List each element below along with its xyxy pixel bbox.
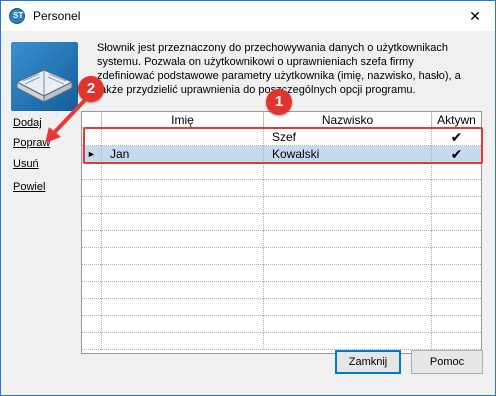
cell-aktywny-check-icon[interactable] [432,333,481,350]
cell-nazwisko[interactable] [264,282,432,299]
annotation-arrow [45,97,88,143]
cell-nazwisko[interactable] [264,197,432,214]
cell-imie[interactable]: Jan [102,146,264,163]
cell-aktywny-check-icon[interactable] [432,214,481,231]
row-indicator [82,316,102,333]
empty-row[interactable] [82,197,481,214]
personel-window: ST Personel ✕ Słownik jest przeznaczony … [0,0,496,396]
cell-imie[interactable] [102,163,264,180]
sidebar-item-usun[interactable]: Usuń [13,158,39,170]
cell-aktywny-check-icon[interactable] [432,180,481,197]
cell-imie[interactable] [102,248,264,265]
app-icon: ST [9,8,25,24]
cell-aktywny-check-icon[interactable] [432,163,481,180]
cell-nazwisko[interactable] [264,180,432,197]
cell-aktywny-check-icon[interactable] [432,231,481,248]
row-indicator [82,231,102,248]
row-indicator [82,282,102,299]
row-indicator [82,197,102,214]
empty-row[interactable] [82,180,481,197]
cell-aktywny-check-icon[interactable] [432,265,481,282]
cell-aktywny-check-icon[interactable] [432,282,481,299]
cell-nazwisko[interactable] [264,265,432,282]
cell-aktywny-check-icon[interactable] [432,197,481,214]
sidebar-item-powiel[interactable]: Powiel [13,181,45,193]
cell-imie[interactable] [102,299,264,316]
app-icon-text: ST [13,11,24,20]
row-indicator [82,333,102,350]
table-row[interactable]: ► Jan Kowalski ✔ [82,146,481,163]
dialog-body: Słownik jest przeznaczony do przechowywa… [1,31,495,395]
cell-imie[interactable] [102,282,264,299]
annotation-badge-1: 1 [266,89,292,115]
cell-nazwisko[interactable]: Kowalski [264,146,432,163]
cell-aktywny-check-icon[interactable]: ✔ [432,146,481,163]
row-indicator [82,180,102,197]
empty-row[interactable] [82,248,481,265]
cell-aktywny-check-icon[interactable] [432,299,481,316]
cell-nazwisko[interactable] [264,163,432,180]
column-header-imie[interactable]: Imię [102,112,264,128]
empty-row[interactable] [82,214,481,231]
users-grid[interactable]: Imię Nazwisko Aktywn Szef ✔ ► Jan Kowalski ✔ [81,111,482,354]
column-header-nazwisko[interactable]: Nazwisko [264,112,432,128]
cell-nazwisko[interactable] [264,333,432,350]
cell-imie[interactable] [102,333,264,350]
close-icon[interactable]: ✕ [463,5,487,27]
column-header-aktywny[interactable]: Aktywn [432,112,481,128]
cell-nazwisko[interactable] [264,231,432,248]
cell-imie[interactable] [102,316,264,333]
row-indicator [82,265,102,282]
empty-row[interactable] [82,265,481,282]
cell-imie[interactable] [102,231,264,248]
row-indicator [82,163,102,180]
cell-imie[interactable] [102,129,264,146]
row-indicator [82,299,102,316]
window-title: Personel [33,9,81,23]
cell-nazwisko[interactable] [264,214,432,231]
row-indicator [82,214,102,231]
help-button[interactable]: Pomoc [411,350,483,374]
empty-row[interactable] [82,231,481,248]
row-indicator [82,248,102,265]
title-bar: ST Personel ✕ [1,1,495,31]
cell-aktywny-check-icon[interactable] [432,316,481,333]
close-button[interactable]: Zamknij [335,350,401,374]
cell-imie[interactable] [102,214,264,231]
empty-row[interactable] [82,282,481,299]
empty-row[interactable] [82,316,481,333]
cell-nazwisko[interactable] [264,248,432,265]
empty-row[interactable] [82,163,481,180]
cell-nazwisko[interactable] [264,299,432,316]
cell-imie[interactable] [102,265,264,282]
sidebar-item-dodaj[interactable]: Dodaj [13,117,42,129]
cell-imie[interactable] [102,197,264,214]
table-row[interactable]: Szef ✔ [82,129,481,146]
empty-row[interactable] [82,333,481,350]
cell-nazwisko[interactable]: Szef [264,129,432,146]
cell-nazwisko[interactable] [264,316,432,333]
cell-imie[interactable] [102,180,264,197]
empty-row[interactable] [82,299,481,316]
cell-aktywny-check-icon[interactable] [432,248,481,265]
cell-aktywny-check-icon[interactable]: ✔ [432,129,481,146]
